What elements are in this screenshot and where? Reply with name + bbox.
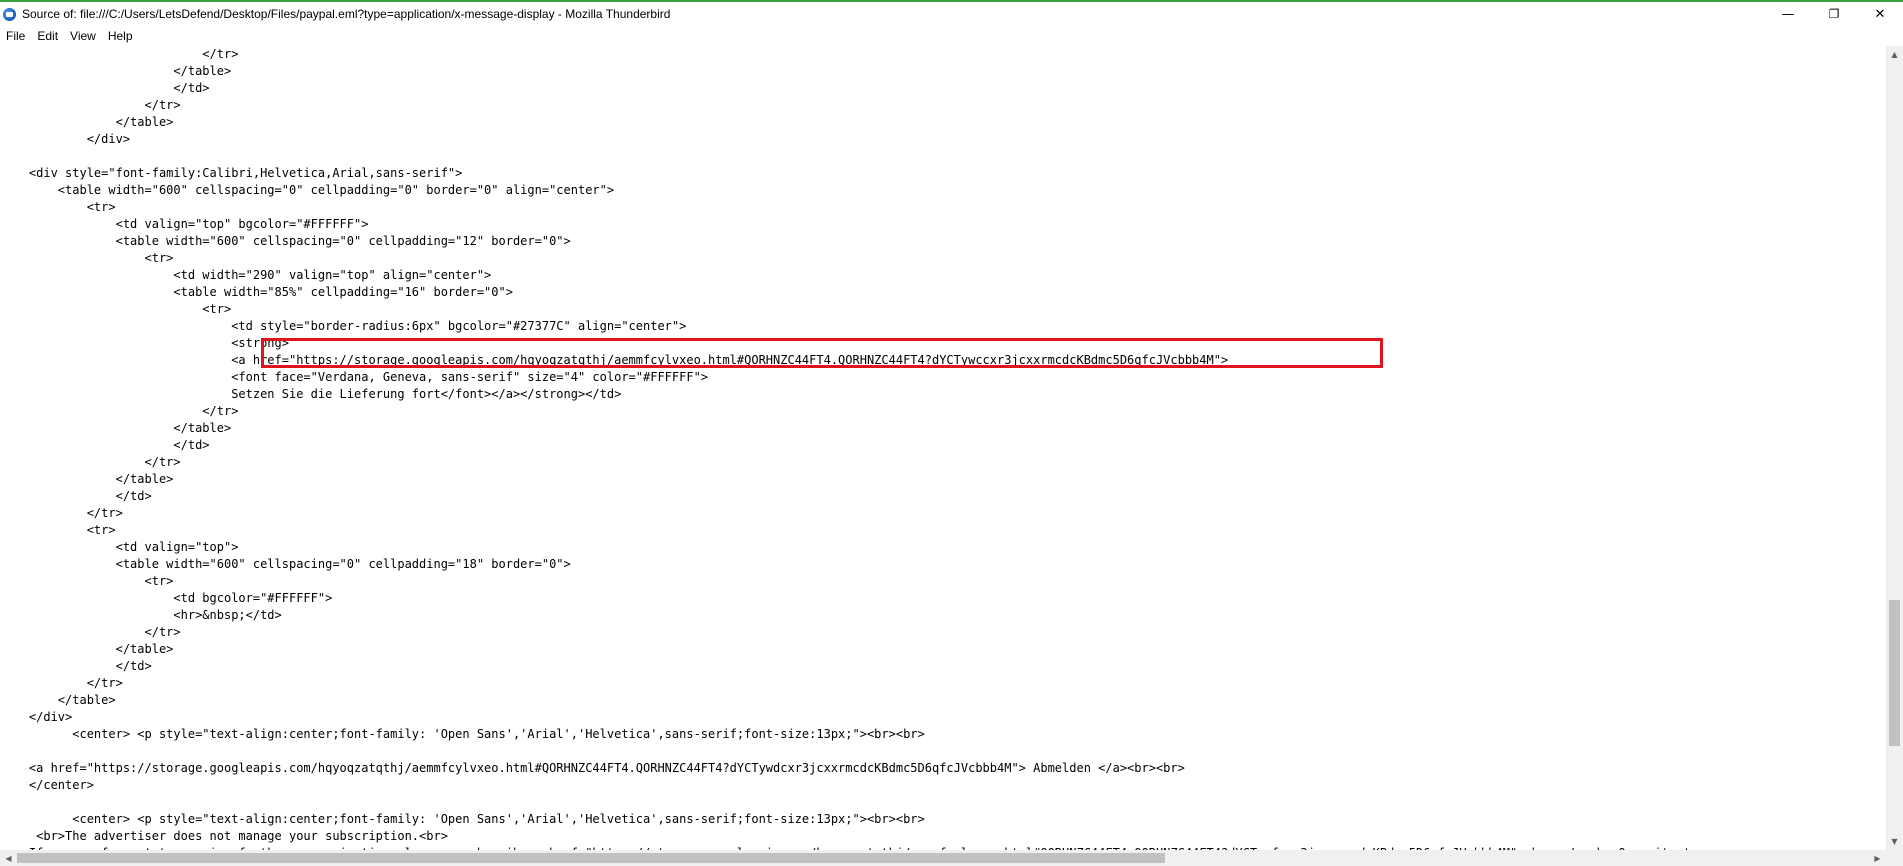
source-line: <td style="border-radius:6px" bgcolor="#…: [0, 319, 687, 333]
title-bar[interactable]: Source of: file:///C:/Users/LetsDefend/D…: [0, 2, 1903, 26]
scroll-left-arrow-icon[interactable]: ◀: [0, 850, 17, 866]
horizontal-scroll-thumb[interactable]: [17, 853, 1165, 863]
source-line: </td>: [0, 81, 210, 95]
scroll-right-arrow-icon[interactable]: ▶: [1869, 850, 1886, 866]
scroll-up-arrow-icon[interactable]: ▲: [1886, 46, 1903, 63]
source-line: </tr>: [0, 676, 123, 690]
source-line: </td>: [0, 438, 210, 452]
restore-button[interactable]: ❐: [1811, 2, 1857, 26]
source-line: </td>: [0, 489, 152, 503]
source-line: [0, 148, 1691, 165]
source-line: </tr>: [0, 506, 123, 520]
source-line: </table>: [0, 64, 232, 78]
source-line: <div style="font-family:Calibri,Helvetic…: [0, 166, 463, 180]
source-line: </tr>: [0, 47, 239, 61]
source-line: <tr>: [0, 200, 116, 214]
vertical-scrollbar[interactable]: ▲ ▼: [1886, 46, 1903, 850]
source-line: <td bgcolor="#FFFFFF">: [0, 591, 333, 605]
thunderbird-icon: [3, 7, 16, 21]
scrollbar-corner: [1886, 850, 1903, 866]
source-line: <center> <p style="text-align:center;fon…: [0, 812, 925, 826]
window-title: Source of: file:///C:/Users/LetsDefend/D…: [22, 7, 671, 21]
source-line: </div>: [0, 132, 131, 146]
source-line: <hr>&nbsp;</td>: [0, 608, 282, 622]
source-line: </table>: [0, 472, 174, 486]
source-line: [0, 794, 1691, 811]
window-controls: — ❐ ✕: [1765, 2, 1903, 26]
source-line: <table width="600" cellspacing="0" cellp…: [0, 234, 571, 248]
source-line: <table width="85%" cellpadding="16" bord…: [0, 285, 513, 299]
source-line: </tr>: [0, 98, 181, 112]
source-view[interactable]: </tr> </table> </td> </tr> </table> </di…: [0, 46, 1886, 850]
source-line: <center> <p style="text-align:center;fon…: [0, 727, 925, 741]
source-line: <td width="290" valign="top" align="cent…: [0, 268, 492, 282]
menu-edit[interactable]: Edit: [31, 26, 64, 46]
source-line: Setzen Sie die Lieferung fort</font></a>…: [0, 387, 622, 401]
vertical-scroll-thumb[interactable]: [1889, 600, 1900, 746]
source-line: </table>: [0, 642, 174, 656]
source-line: <table width="600" cellspacing="0" cellp…: [0, 557, 571, 571]
source-line: <tr>: [0, 523, 116, 537]
source-line: </tr>: [0, 455, 181, 469]
source-line: </center>: [0, 778, 94, 792]
source-line: <td valign="top">: [0, 540, 239, 554]
source-line: <td valign="top" bgcolor="#FFFFFF">: [0, 217, 369, 231]
menu-view[interactable]: View: [64, 26, 102, 46]
source-line: </div>: [0, 710, 73, 724]
source-line: <table width="600" cellspacing="0" cellp…: [0, 183, 615, 197]
source-line: <font face="Verdana, Geneva, sans-serif"…: [0, 370, 709, 384]
source-code: </tr> </table> </td> </tr> </table> </di…: [0, 46, 1691, 850]
source-line: </tr>: [0, 625, 181, 639]
minimize-button[interactable]: —: [1765, 2, 1811, 26]
source-line: <tr>: [0, 574, 174, 588]
menu-bar: File Edit View Help: [0, 26, 1903, 46]
highlight-box: [261, 338, 1383, 368]
source-line: [0, 743, 1691, 760]
source-line: </td>: [0, 659, 152, 673]
source-line: </tr>: [0, 404, 239, 418]
source-line: </table>: [0, 421, 232, 435]
scroll-down-arrow-icon[interactable]: ▼: [1886, 833, 1903, 850]
menu-file[interactable]: File: [0, 26, 31, 46]
source-line: <a href="https://storage.googleapis.com/…: [0, 761, 1185, 775]
horizontal-scrollbar[interactable]: ◀ ▶: [0, 850, 1886, 866]
source-line: <tr>: [0, 302, 232, 316]
source-line: </table>: [0, 115, 174, 129]
menu-help[interactable]: Help: [102, 26, 139, 46]
source-line: <br>The advertiser does not manage your …: [0, 829, 448, 843]
close-button[interactable]: ✕: [1857, 2, 1903, 26]
source-line: </table>: [0, 693, 116, 707]
source-line: <tr>: [0, 251, 174, 265]
